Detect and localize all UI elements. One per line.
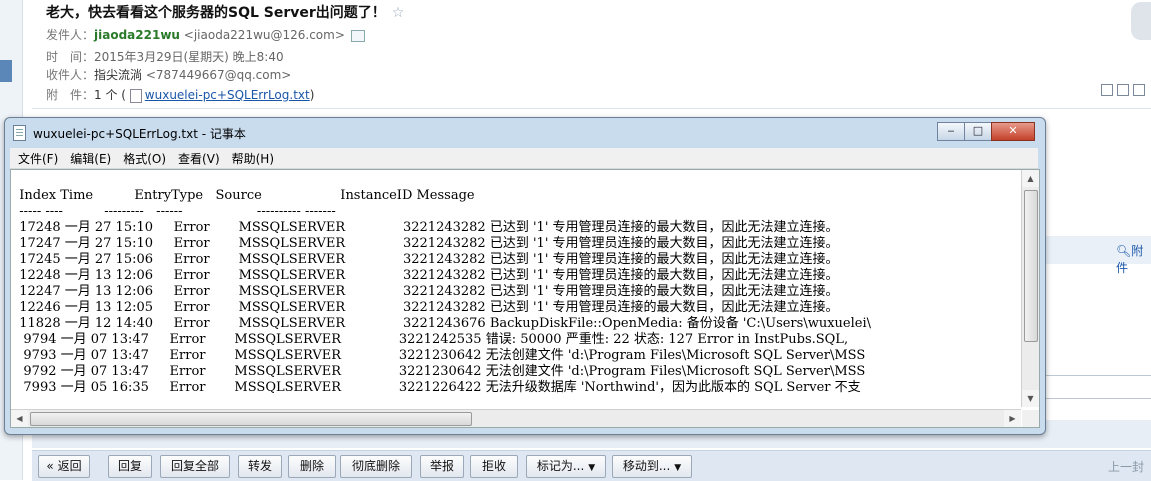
reply-all-button[interactable]: 回复全部 xyxy=(160,455,230,478)
time-value: 2015年3月29日(星期天) 晚上8:40 xyxy=(94,50,284,64)
to-row: 收件人：指尖流淌 <787449667@qq.com> xyxy=(46,66,291,83)
print-icon[interactable] xyxy=(1117,84,1129,96)
attachment-count: 1 个 ( xyxy=(94,88,126,102)
notepad-titlebar[interactable]: wuxuelei-pc+SQLErrLog.txt - 记事本 ‒ □ ✕ xyxy=(11,122,1039,144)
time-label: 时 间： xyxy=(46,50,95,64)
mail-subject: 老大，快去看看这个服务器的SQL Server出问题了！ ☆ xyxy=(46,2,404,22)
back-button[interactable]: « 返回 xyxy=(38,455,90,478)
chevron-down-icon: ▼ xyxy=(674,463,682,473)
avatar[interactable] xyxy=(1131,2,1151,40)
sender-name[interactable]: jiaoda221wu xyxy=(94,28,180,42)
sender-email: <jiaoda221wu@126.com> xyxy=(183,28,345,42)
report-button[interactable]: 举报 xyxy=(420,455,464,478)
menu-format[interactable]: 格式(O) xyxy=(115,148,170,167)
mark-as-dropdown[interactable]: 标记为... ▼ xyxy=(526,455,606,478)
notepad-menubar: 文件(F) 编辑(E) 格式(O) 查看(V) 帮助(H) xyxy=(10,148,1038,169)
horizontal-scroll-thumb[interactable] xyxy=(30,412,472,426)
notepad-icon xyxy=(13,125,26,141)
menu-edit[interactable]: 编辑(E) xyxy=(62,148,115,167)
mail-header: 老大，快去看看这个服务器的SQL Server出问题了！ ☆ 发件人：jiaoda… xyxy=(32,0,1151,110)
divider xyxy=(1046,375,1151,376)
attachment-link[interactable]: wuxuelei-pc+SQLErrLog.txt xyxy=(145,88,310,102)
reject-button[interactable]: 拒收 xyxy=(470,455,518,478)
menu-file[interactable]: 文件(F) xyxy=(10,148,62,167)
scroll-left-icon[interactable]: ◀ xyxy=(11,410,28,427)
expand-icon[interactable] xyxy=(1133,84,1145,96)
attachment-label: 附 件： xyxy=(46,88,95,102)
sidebar-collapse-tab[interactable] xyxy=(0,60,12,82)
chevron-down-icon: ▼ xyxy=(588,463,596,473)
horizontal-scrollbar[interactable]: ◀ ▶ xyxy=(11,409,1021,427)
contact-card-icon[interactable] xyxy=(350,29,365,42)
notepad-window: wuxuelei-pc+SQLErrLog.txt - 记事本 ‒ □ ✕ 文件… xyxy=(4,117,1046,435)
vertical-scroll-thumb[interactable] xyxy=(1024,190,1038,342)
notepad-editor[interactable]: Index Time EntryType Source InstanceID M… xyxy=(10,169,1040,428)
vertical-scrollbar[interactable]: ▲ ▼ xyxy=(1021,170,1039,407)
scroll-down-icon[interactable]: ▼ xyxy=(1022,390,1039,407)
from-row: 发件人：jiaoda221wu <jiaoda221wu@126.com> xyxy=(46,26,365,43)
recipient-email: <787449667@qq.com> xyxy=(145,68,292,82)
divider xyxy=(1046,398,1151,399)
resize-grip[interactable] xyxy=(1022,410,1039,427)
delete-button[interactable]: 删除 xyxy=(288,455,336,478)
close-icon[interactable]: ✕ xyxy=(991,122,1035,141)
menu-help[interactable]: 帮助(H) xyxy=(224,148,278,167)
move-to-dropdown[interactable]: 移动到... ▼ xyxy=(612,455,692,478)
move-to-label: 移动到... xyxy=(622,459,671,473)
attachment-close-paren: ) xyxy=(309,88,315,102)
text-area[interactable]: Index Time EntryType Source InstanceID M… xyxy=(11,170,1016,407)
maximize-icon[interactable]: □ xyxy=(964,122,992,141)
window-controls: ‒ □ ✕ xyxy=(937,122,1035,141)
window-title: wuxuelei-pc+SQLErrLog.txt - 记事本 xyxy=(33,127,246,141)
new-window-icon[interactable] xyxy=(1101,84,1113,96)
log-text: Index Time EntryType Source InstanceID M… xyxy=(19,188,871,395)
attachment-file-icon xyxy=(129,88,142,103)
mail-tools xyxy=(1101,84,1145,96)
previous-mail-link[interactable]: 上一封 xyxy=(1108,458,1144,475)
search-icon: 🔍︎ xyxy=(1116,244,1132,258)
forward-button[interactable]: 转发 xyxy=(238,455,282,478)
scroll-up-icon[interactable]: ▲ xyxy=(1022,170,1039,187)
time-row: 时 间：2015年3月29日(星期天) 晚上8:40 xyxy=(46,48,284,65)
reply-button[interactable]: 回复 xyxy=(108,455,152,478)
from-label: 发件人： xyxy=(46,28,95,42)
mail-subject-text: 老大，快去看看这个服务器的SQL Server出问题了！ xyxy=(46,5,386,21)
attachment-row: 附 件：1 个 ( wuxuelei-pc+SQLErrLog.txt) xyxy=(46,86,314,103)
permanent-delete-button[interactable]: 彻底删除 xyxy=(340,455,412,478)
attachment-side-link[interactable]: 🔍︎附件 xyxy=(1116,242,1151,276)
mark-as-label: 标记为... xyxy=(536,459,585,473)
to-label: 收件人： xyxy=(46,68,95,82)
menu-view[interactable]: 查看(V) xyxy=(170,148,224,167)
minimize-icon[interactable]: ‒ xyxy=(937,122,965,141)
recipient-name[interactable]: 指尖流淌 xyxy=(94,68,142,82)
star-icon[interactable]: ☆ xyxy=(392,5,405,21)
header-divider xyxy=(32,108,1151,109)
scroll-right-icon[interactable]: ▶ xyxy=(1004,410,1021,427)
